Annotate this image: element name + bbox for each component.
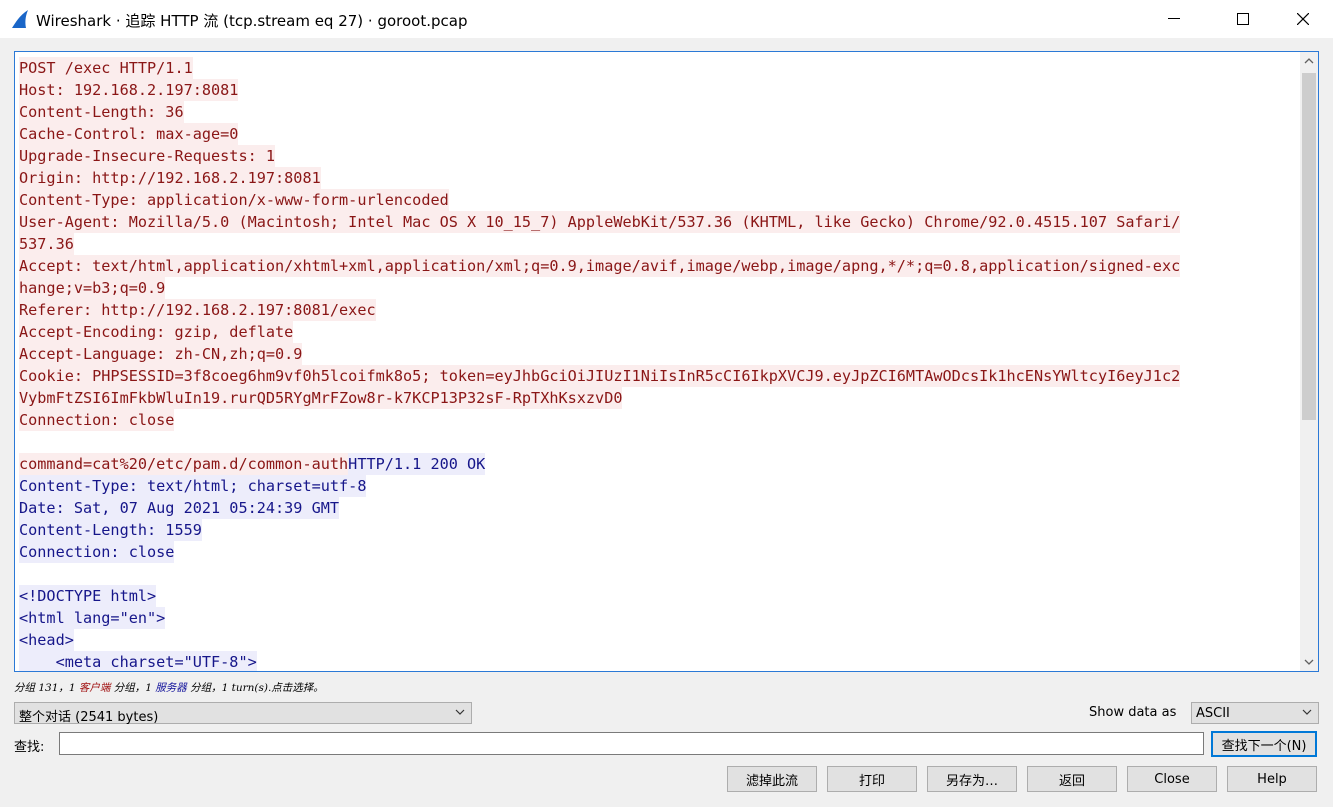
client-text: Upgrade-Insecure-Requests: 1 [19,145,276,167]
scrollbar-thumb[interactable] [1302,73,1316,420]
stream-line: Content-Length: 36 [19,101,1298,123]
client-text: User-Agent: Mozilla/5.0 (Macintosh; Inte… [19,211,1181,233]
server-text: Content-Length: 1559 [19,519,202,541]
conversation-select[interactable]: 整个对话 (2541 bytes) [14,702,472,725]
scroll-up-button[interactable] [1300,52,1318,70]
stream-line: Cookie: PHPSESSID=3f8coeg6hm9vf0h5lcoifm… [19,365,1298,387]
back-button[interactable]: 返回 [1027,766,1117,792]
client-text: Referer: http://192.168.2.197:8081/exec [19,299,376,321]
client-text: Content-Type: application/x-www-form-url… [19,189,449,211]
stream-line: Referer: http://192.168.2.197:8081/exec [19,299,1298,321]
minimize-icon [1168,18,1180,19]
stream-line: Upgrade-Insecure-Requests: 1 [19,145,1298,167]
chevron-up-icon [1304,58,1314,64]
client-text: VybmFtZSI6ImFkbWluIn19.rurQD5RYgMrFZow8r… [19,387,623,409]
client-text: Content-Length: 36 [19,101,184,123]
stream-line [19,563,1298,585]
stream-content-view[interactable]: POST /exec HTTP/1.1 Host: 192.168.2.197:8… [14,51,1319,672]
find-label: 查找: [14,740,45,755]
close-window-button[interactable] [1280,0,1326,38]
stream-line: Accept-Language: zh-CN,zh;q=0.9 [19,343,1298,365]
stream-line: User-Agent: Mozilla/5.0 (Macintosh; Inte… [19,211,1298,233]
stream-text[interactable]: POST /exec HTTP/1.1 Host: 192.168.2.197:8… [19,57,1298,671]
client-text: Accept: text/html,application/xhtml+xml,… [19,255,1181,277]
stream-line: Accept-Encoding: gzip, deflate [19,321,1298,343]
client-text: Cookie: PHPSESSID=3f8coeg6hm9vf0h5lcoifm… [19,365,1181,387]
help-button[interactable]: Help [1227,766,1317,792]
stream-line: Host: 192.168.2.197:8081 [19,79,1298,101]
stream-line: <!DOCTYPE html> [19,585,1298,607]
client-text: 537.36 [19,233,74,255]
status-text: 分组 131，1 客户端 分组，1 服务器 分组，1 turn(s).点击选择。 [14,680,324,695]
print-button[interactable]: 打印 [827,766,917,792]
close-icon [1297,13,1309,25]
status-part: 分组，1 turn(s).点击选择。 [186,682,324,694]
stream-line: Connection: close [19,541,1298,563]
client-text: Origin: http://192.168.2.197:8081 [19,167,321,189]
maximize-icon [1237,13,1249,25]
client-text: Accept-Encoding: gzip, deflate [19,321,294,343]
stream-line: Accept: text/html,application/xhtml+xml,… [19,255,1298,277]
stream-line: hange;v=b3;q=0.9 [19,277,1298,299]
status-part: 分组，1 [110,682,156,694]
stream-line: POST /exec HTTP/1.1 [19,57,1298,79]
show-data-label: Show data as [1089,705,1177,720]
stream-line: <html lang="en"> [19,607,1298,629]
server-text: <meta charset="UTF-8"> [19,651,257,671]
client-text: command=cat%20/etc/pam.d/common-auth [19,453,349,475]
filter-out-button[interactable]: 滤掉此流 [727,766,817,792]
stream-line: Origin: http://192.168.2.197:8081 [19,167,1298,189]
stream-line: Cache-Control: max-age=0 [19,123,1298,145]
title-bar: Wireshark · 追踪 HTTP 流 (tcp.stream eq 27)… [0,0,1333,38]
minimize-button[interactable] [1151,0,1197,38]
client-text: Connection: close [19,409,175,431]
status-part: 分组 131，1 [14,682,79,694]
stream-line: Content-Type: text/html; charset=utf-8 [19,475,1298,497]
status-server-label: 服务器 [155,682,187,694]
server-text: Connection: close [19,541,175,563]
maximize-button[interactable] [1220,0,1266,38]
chevron-down-icon [1304,659,1314,665]
server-text: <head> [19,629,74,651]
client-text: Accept-Language: zh-CN,zh;q=0.9 [19,343,303,365]
show-data-value: ASCII [1196,706,1230,721]
status-client-label: 客户端 [78,682,111,694]
server-text: Content-Type: text/html; charset=utf-8 [19,475,367,497]
stream-line: 537.36 [19,233,1298,255]
server-text: HTTP/1.1 200 OK [348,453,486,475]
server-text: <html lang="en"> [19,607,166,629]
stream-line: Content-Type: application/x-www-form-url… [19,189,1298,211]
find-input[interactable] [59,732,1204,755]
find-next-button[interactable]: 查找下一个(N) [1211,731,1317,757]
chevron-down-icon [455,709,465,715]
server-text: <!DOCTYPE html> [19,585,157,607]
stream-line: Date: Sat, 07 Aug 2021 05:24:39 GMT [19,497,1298,519]
wireshark-fin-icon [12,10,28,28]
window-title: Wireshark · 追踪 HTTP 流 (tcp.stream eq 27)… [36,12,468,30]
client-text: Host: 192.168.2.197:8081 [19,79,239,101]
stream-line: Content-Length: 1559 [19,519,1298,541]
conversation-select-value: 整个对话 (2541 bytes) [19,710,159,725]
vertical-scrollbar[interactable] [1300,52,1318,671]
client-text: Cache-Control: max-age=0 [19,123,239,145]
server-text: Date: Sat, 07 Aug 2021 05:24:39 GMT [19,497,340,519]
client-text: hange;v=b3;q=0.9 [19,277,166,299]
stream-line: <head> [19,629,1298,651]
chevron-down-icon [1302,709,1312,715]
show-data-select[interactable]: ASCII [1191,702,1319,724]
client-text: POST /exec HTTP/1.1 [19,57,193,79]
stream-line [19,431,1298,453]
stream-line: Connection: close [19,409,1298,431]
stream-line: VybmFtZSI6ImFkbWluIn19.rurQD5RYgMrFZow8r… [19,387,1298,409]
save-as-button[interactable]: 另存为… [927,766,1017,792]
scroll-down-button[interactable] [1300,653,1318,671]
stream-line: <meta charset="UTF-8"> [19,651,1298,671]
close-button[interactable]: Close [1127,766,1217,792]
stream-line: command=cat%20/etc/pam.d/common-authHTTP… [19,453,1298,475]
